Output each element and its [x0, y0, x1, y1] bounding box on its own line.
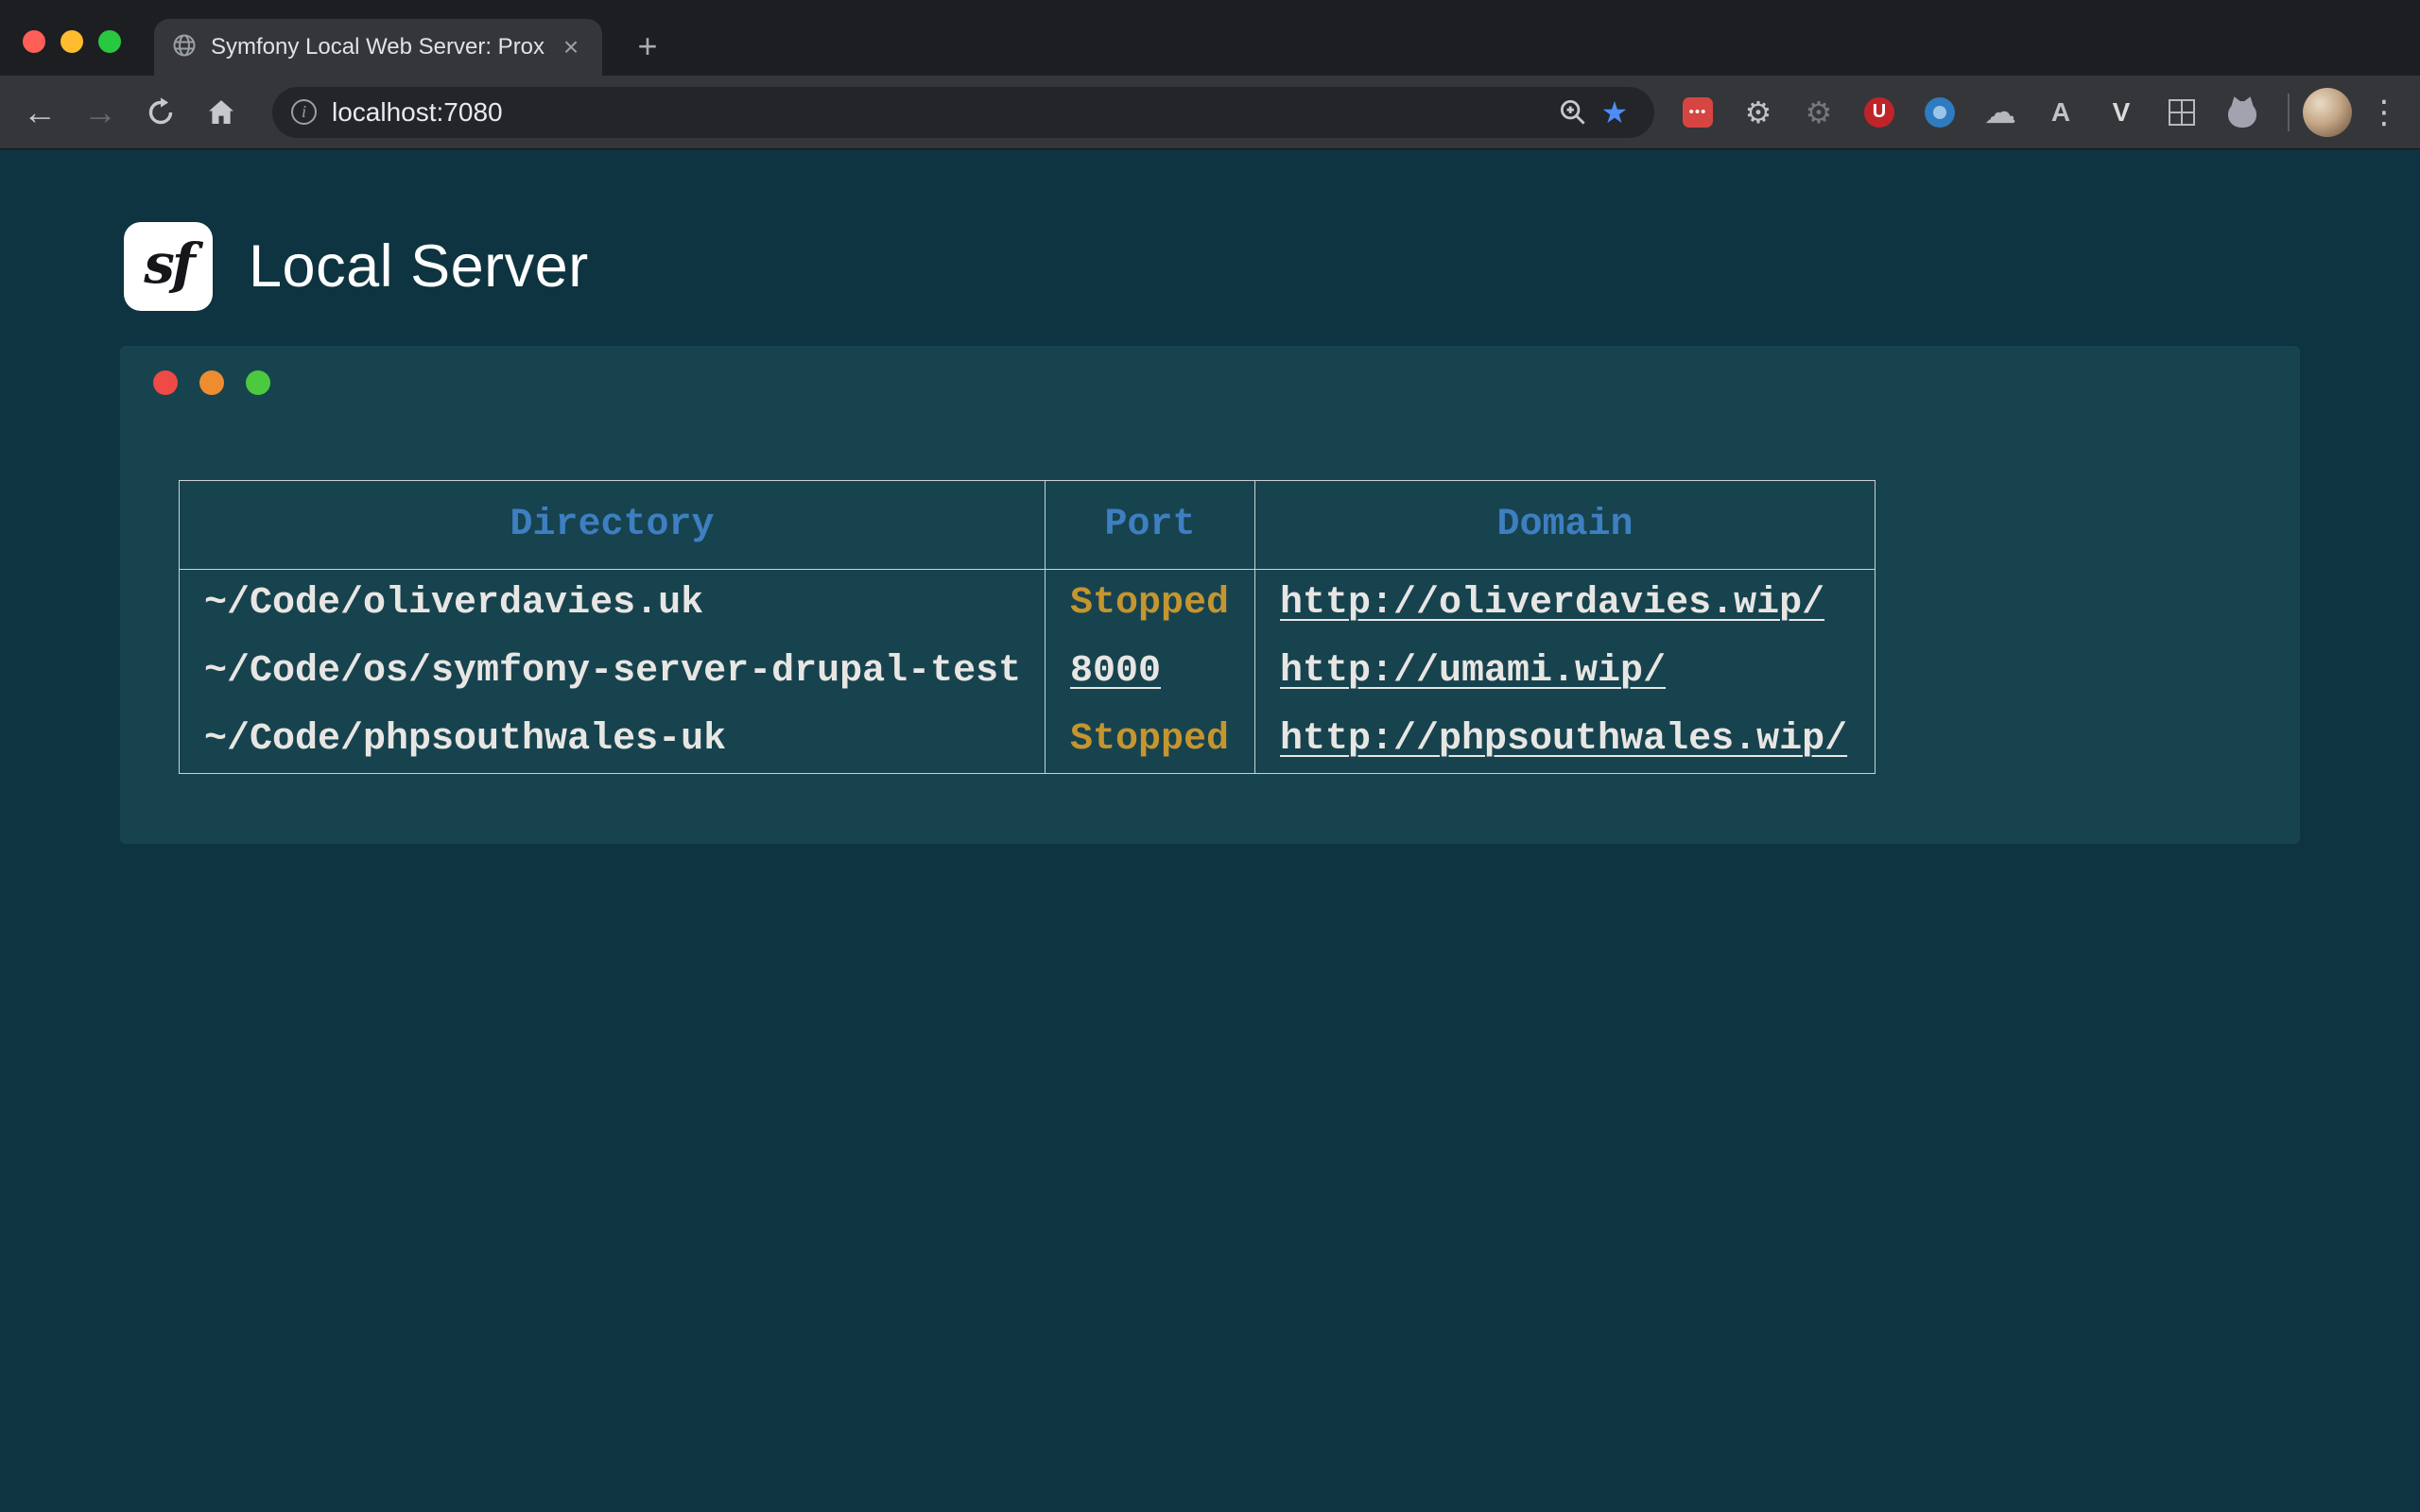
- browser-menu-icon[interactable]: ⋮: [2361, 90, 2407, 135]
- panel-window-dots: [120, 346, 2300, 395]
- letter-a-extension-icon[interactable]: A: [2038, 90, 2083, 135]
- toolbar-separator: [2288, 94, 2290, 131]
- site-header: sf Local Server: [0, 149, 2420, 311]
- window-close-button[interactable]: [23, 30, 45, 53]
- domain-cell: http://umami.wip/: [1255, 638, 1876, 706]
- blue-circle-extension-icon[interactable]: [1917, 90, 1962, 135]
- domain-cell: http://phpsouthwales.wip/: [1255, 706, 1876, 774]
- tab-favicon-globe-icon: [171, 32, 198, 63]
- tab-title: Symfony Local Web Server: Prox: [211, 34, 557, 60]
- extensions-area: ••• ⚙ ⚙ U ☁ A V: [1675, 90, 2265, 135]
- symfony-logo: sf: [124, 222, 213, 311]
- u-badge-extension-icon[interactable]: U: [1857, 90, 1902, 135]
- cloud-extension-icon[interactable]: ☁: [1978, 90, 2023, 135]
- window-zoom-button[interactable]: [98, 30, 121, 53]
- window-controls: [23, 30, 121, 53]
- site-info-icon[interactable]: i: [291, 99, 317, 125]
- profile-avatar[interactable]: [2303, 88, 2352, 137]
- symfony-logo-text: sf: [144, 232, 193, 301]
- forward-button[interactable]: →: [74, 86, 127, 139]
- dark-gear-extension-icon[interactable]: ⚙: [1796, 90, 1841, 135]
- column-header-port: Port: [1046, 481, 1255, 570]
- red-dots-extension-icon[interactable]: •••: [1675, 90, 1720, 135]
- domain-link[interactable]: http://oliverdavies.wip/: [1280, 582, 1824, 625]
- panel-red-dot-icon: [153, 370, 178, 395]
- new-tab-button[interactable]: +: [626, 25, 669, 68]
- table-row: ~/Code/phpsouthwales-uk Stopped http://p…: [180, 706, 1876, 774]
- grid-extension-icon[interactable]: [2159, 90, 2204, 135]
- letter-v-extension-icon[interactable]: V: [2099, 90, 2144, 135]
- column-header-directory: Directory: [180, 481, 1046, 570]
- page-content: sf Local Server Directory Port Domain ~/…: [0, 149, 2420, 1512]
- browser-chrome: Symfony Local Web Server: Prox × + ← → i…: [0, 0, 2420, 149]
- table-row: ~/Code/oliverdavies.uk Stopped http://ol…: [180, 570, 1876, 638]
- back-button[interactable]: ←: [13, 86, 66, 139]
- browser-tab[interactable]: Symfony Local Web Server: Prox ×: [154, 19, 602, 76]
- directory-cell: ~/Code/os/symfony-server-drupal-test: [180, 638, 1046, 706]
- port-status: Stopped: [1070, 582, 1229, 625]
- browser-toolbar: ← → i localhost:7080: [0, 76, 2420, 149]
- domain-link[interactable]: http://umami.wip/: [1280, 650, 1666, 693]
- url-text: localhost:7080: [332, 97, 503, 128]
- port-cell: 8000: [1046, 638, 1255, 706]
- table-row: ~/Code/os/symfony-server-drupal-test 800…: [180, 638, 1876, 706]
- domain-cell: http://oliverdavies.wip/: [1255, 570, 1876, 638]
- page-title: Local Server: [249, 232, 589, 301]
- port-cell: Stopped: [1046, 570, 1255, 638]
- bookmark-star-icon[interactable]: ★: [1594, 92, 1635, 133]
- column-header-domain: Domain: [1255, 481, 1876, 570]
- table-header-row: Directory Port Domain: [180, 481, 1876, 570]
- server-panel: Directory Port Domain ~/Code/oliverdavie…: [120, 346, 2300, 844]
- directory-cell: ~/Code/phpsouthwales-uk: [180, 706, 1046, 774]
- url-host: localhost: [332, 97, 437, 127]
- address-bar[interactable]: i localhost:7080 ★: [272, 87, 1654, 138]
- domain-link[interactable]: http://phpsouthwales.wip/: [1280, 718, 1847, 761]
- home-button[interactable]: [195, 86, 248, 139]
- tab-strip: Symfony Local Web Server: Prox × +: [0, 0, 2420, 76]
- window-minimize-button[interactable]: [60, 30, 83, 53]
- octocat-extension-icon[interactable]: [2220, 90, 2265, 135]
- port-cell: Stopped: [1046, 706, 1255, 774]
- gear-extension-icon[interactable]: ⚙: [1736, 90, 1781, 135]
- url-port: :7080: [437, 97, 503, 127]
- reload-button[interactable]: [134, 86, 187, 139]
- port-status: Stopped: [1070, 718, 1229, 761]
- tab-close-icon[interactable]: ×: [557, 33, 585, 61]
- port-link[interactable]: 8000: [1070, 650, 1161, 693]
- directory-cell: ~/Code/oliverdavies.uk: [180, 570, 1046, 638]
- zoom-magnifier-icon[interactable]: [1552, 92, 1594, 133]
- panel-green-dot-icon: [246, 370, 270, 395]
- panel-orange-dot-icon: [199, 370, 224, 395]
- servers-table: Directory Port Domain ~/Code/oliverdavie…: [179, 480, 1876, 774]
